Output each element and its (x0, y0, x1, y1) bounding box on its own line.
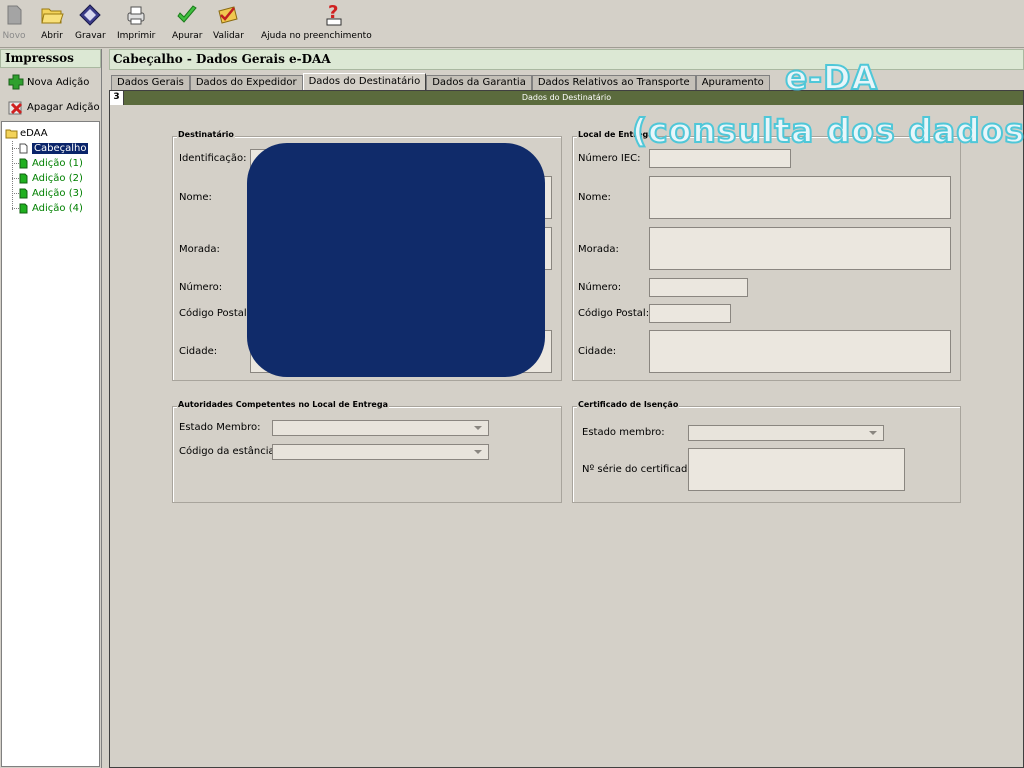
document-tree: eDAA Cabeçalho Adição (1) Adição (2) Adi… (1, 121, 100, 767)
section-bar: Dados do Destinatário 3 (110, 91, 1023, 105)
tab-dados-transporte[interactable]: Dados Relativos ao Transporte (531, 75, 696, 90)
codigo-postal-label: Código Postal: (179, 308, 251, 319)
novo-label: Novo (2, 31, 26, 41)
chevron-down-icon (474, 426, 482, 430)
n-serie-field[interactable] (688, 448, 905, 491)
novo-button[interactable]: Novo (2, 2, 26, 41)
new-document-icon (2, 2, 26, 28)
tree-item-adicao-4[interactable]: Adição (4) (5, 201, 96, 216)
nova-adicao-button[interactable]: Nova Adição (8, 74, 89, 90)
checkmark-icon (175, 2, 199, 28)
tree-item-label: Adição (2) (32, 173, 83, 184)
printer-icon (124, 2, 148, 28)
codigo-estancia-label: Código da estância: (179, 446, 279, 457)
impressos-panel: Impressos Nova Adição Apagar Adição eDAA… (0, 49, 102, 768)
tree-item-label: Cabeçalho (32, 143, 89, 154)
green-document-icon (19, 173, 28, 184)
abrir-button[interactable]: Abrir (40, 2, 64, 41)
imprimir-label: Imprimir (117, 31, 156, 41)
le-codigo-postal-label: Código Postal: (578, 308, 650, 319)
apagar-adicao-label: Apagar Adição (27, 101, 100, 113)
nome-label: Nome: (179, 192, 212, 203)
autoridades-title: Autoridades Competentes no Local de Entr… (177, 400, 389, 409)
green-document-icon (19, 203, 28, 214)
tree-root-label: eDAA (20, 128, 48, 139)
tab-dados-expedidor[interactable]: Dados do Expedidor (189, 75, 303, 90)
open-folder-icon (40, 2, 64, 28)
tree-item-adicao-3[interactable]: Adição (3) (5, 186, 96, 201)
section-number: 3 (110, 91, 124, 105)
le-codigo-postal-field[interactable] (649, 304, 731, 323)
redaction-mask (247, 143, 545, 377)
folder-icon (5, 129, 18, 139)
toolbar: Novo Abrir Gravar Imprimir Apurar Valida… (0, 0, 1024, 48)
certificado-title: Certificado de Isenção (577, 400, 680, 409)
document-icon (19, 143, 28, 154)
numero-iec-label: Número IEC: (578, 153, 641, 164)
abrir-label: Abrir (41, 31, 63, 41)
tree-root-edaa[interactable]: eDAA (5, 126, 96, 141)
numero-iec-field[interactable] (649, 149, 791, 168)
validar-button[interactable]: Validar (213, 2, 244, 41)
n-serie-label: Nº série do certificado: (582, 464, 697, 475)
morada-label: Morada: (179, 244, 220, 255)
tab-apuramento[interactable]: Apuramento (695, 75, 770, 90)
chevron-down-icon (869, 431, 877, 435)
nova-adicao-label: Nova Adição (27, 76, 90, 88)
chevron-down-icon (474, 450, 482, 454)
cert-estado-membro-select[interactable] (688, 425, 884, 441)
tab-dados-garantia[interactable]: Dados da Garantia (426, 75, 532, 90)
tree-item-label: Adição (1) (32, 158, 83, 169)
section-title: Dados do Destinatário (521, 93, 612, 102)
imprimir-button[interactable]: Imprimir (117, 2, 155, 41)
tree-item-adicao-2[interactable]: Adição (2) (5, 171, 96, 186)
tab-dados-gerais[interactable]: Dados Gerais (111, 75, 190, 90)
gravar-label: Gravar (75, 31, 106, 41)
green-document-icon (19, 158, 28, 169)
le-cidade-field[interactable] (649, 330, 951, 373)
overlay-subtitle: (consulta dos dados) (631, 110, 1024, 151)
validar-label: Validar (213, 31, 244, 41)
tab-dados-destinatario[interactable]: Dados do Destinatário (302, 73, 427, 90)
destinatario-title: Destinatário (177, 130, 235, 139)
le-morada-field[interactable] (649, 227, 951, 270)
tree-item-cabecalho[interactable]: Cabeçalho (5, 141, 96, 156)
apagar-adicao-button[interactable]: Apagar Adição (8, 99, 100, 115)
numero-label: Número: (179, 282, 223, 293)
le-nome-field[interactable] (649, 176, 951, 219)
validate-envelope-icon (216, 2, 240, 28)
identificacao-label: Identificação: (179, 153, 247, 164)
tree-item-adicao-1[interactable]: Adição (1) (5, 156, 96, 171)
ajuda-button[interactable]: ? Ajuda no preenchimento (261, 2, 372, 41)
green-document-icon (19, 188, 28, 199)
le-morada-label: Morada: (578, 244, 619, 255)
ajuda-label: Ajuda no preenchimento (261, 31, 372, 41)
le-numero-label: Número: (578, 282, 622, 293)
cert-estado-membro-label: Estado membro: (582, 427, 665, 438)
gravar-button[interactable]: Gravar (75, 2, 106, 41)
le-numero-field[interactable] (649, 278, 748, 297)
overlay-title: e-DA (784, 57, 879, 98)
save-disk-icon (78, 2, 102, 28)
tree-item-label: Adição (4) (32, 203, 83, 214)
page-title: Cabeçalho - Dados Gerais e-DAA (109, 49, 1024, 70)
le-cidade-label: Cidade: (578, 346, 617, 357)
cidade-label: Cidade: (179, 346, 218, 357)
codigo-estancia-select[interactable] (272, 444, 489, 460)
apurar-button[interactable]: Apurar (172, 2, 203, 41)
impressos-title: Impressos (0, 49, 101, 68)
tab-bar: Dados Gerais Dados do Expedidor Dados do… (111, 73, 770, 90)
delete-icon (8, 101, 23, 115)
help-question-icon: ? (322, 2, 346, 28)
tree-item-label: Adição (3) (32, 188, 83, 199)
apurar-label: Apurar (172, 31, 203, 41)
add-icon (8, 74, 24, 90)
le-nome-label: Nome: (578, 192, 611, 203)
estado-membro-label: Estado Membro: (179, 422, 261, 433)
estado-membro-select[interactable] (272, 420, 489, 436)
